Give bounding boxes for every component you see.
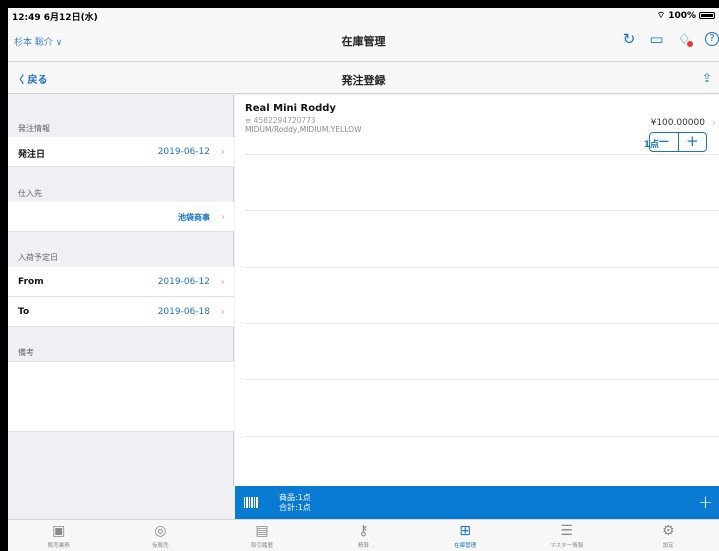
tab-settlement[interactable]: ⚷ 精算	[313, 520, 415, 551]
supplier-value: 池袋商事	[178, 213, 210, 222]
divider	[245, 267, 719, 268]
section-header-memo: 備考	[18, 348, 34, 357]
item-price: ¥100.00000	[650, 118, 705, 128]
barcode-icon[interactable]	[244, 497, 258, 508]
item-barcode: ≡ 4582294720773	[245, 116, 316, 125]
order-date-label: 発注日	[18, 150, 46, 160]
tab-settings[interactable]: ⚙ 設定	[617, 520, 719, 551]
register-icon: ▣	[52, 523, 66, 539]
total-count: 合計:1点	[279, 503, 311, 512]
tab-bar: ▣ 販売業務 ◎ 仮販売 ▤ 取引履歴 ⚷ 精算 ⊞ 在庫管理 ☰ マスター情報…	[8, 519, 719, 551]
section-header-arrival: 入荷予定日	[18, 253, 58, 262]
from-date-value: 2019-06-12	[157, 277, 210, 287]
battery-icon	[699, 12, 715, 19]
wifi-icon: ⌔	[656, 11, 666, 21]
key-icon: ⚷	[358, 523, 369, 539]
divider	[245, 379, 719, 380]
divider	[245, 436, 719, 437]
to-label: To	[18, 307, 30, 317]
increment-button[interactable]: +	[679, 133, 707, 151]
sidebar-icon[interactable]: ▭	[649, 31, 663, 47]
item-variant: MIDUM/Roddy,MIDIUM.YELLOW	[245, 125, 362, 134]
divider	[245, 154, 719, 155]
header-actions: ↻ ▭ ♢ ?	[623, 31, 719, 47]
chevron-right-icon: ›	[220, 275, 225, 288]
tab-label: 精算	[358, 543, 370, 549]
supplier-row[interactable]: 池袋商事 ›	[8, 202, 234, 232]
app-window: 12:49 6月12日(水) ⌔ 100% 杉本 聡介 ∨ 在庫管理 ↻ ▭ ♢…	[8, 8, 719, 551]
bell-icon[interactable]: ♢	[678, 31, 693, 47]
order-form-panel: 発注情報 発注日 2019-06-12 › 仕入先 池袋商事 › 入荷予定日 F…	[8, 95, 234, 486]
quantity-stepper[interactable]: − +	[649, 132, 707, 152]
divider	[245, 323, 719, 324]
tab-label: 仮販売	[152, 543, 169, 549]
history-icon: ▤	[255, 523, 269, 539]
tab-history[interactable]: ▤ 取引履歴	[211, 520, 313, 551]
tab-master[interactable]: ☰ マスター情報	[516, 520, 618, 551]
tab-label: 在庫管理	[454, 543, 477, 549]
summary-counts: 商品:1点 合計:1点	[279, 493, 311, 513]
refresh-icon[interactable]: ↻	[623, 31, 636, 47]
help-icon[interactable]: ?	[705, 32, 719, 46]
chevron-right-icon: ›	[220, 145, 225, 158]
tab-label: 販売業務	[47, 543, 70, 549]
navigation-bar: 〈 戻る 発注登録 ⇪	[8, 63, 719, 94]
from-date-row[interactable]: From 2019-06-12 ›	[8, 267, 234, 297]
from-label: From	[18, 277, 44, 287]
battery-indicator: ⌔ 100%	[657, 10, 715, 21]
list-item[interactable]: Real Mini Roddy ≡ 4582294720773 MIDUM/Ro…	[235, 95, 719, 155]
to-date-value: 2019-06-18	[157, 307, 210, 317]
item-name: Real Mini Roddy	[245, 103, 336, 114]
share-icon[interactable]: ⇪	[702, 71, 715, 85]
decrement-button[interactable]: −	[650, 133, 679, 151]
tab-label: 設定	[662, 543, 674, 549]
section-header-order-info: 発注情報	[18, 124, 50, 133]
settings-icon: ⚙	[661, 523, 675, 539]
tab-label: マスター情報	[550, 543, 584, 549]
temp-sale-icon: ◎	[154, 523, 167, 539]
order-date-row[interactable]: 発注日 2019-06-12 ›	[8, 137, 234, 167]
summary-bar: 商品:1点 合計:1点 +	[235, 486, 719, 519]
status-bar: 12:49 6月12日(水) ⌔ 100%	[8, 8, 719, 23]
chevron-right-icon: ›	[220, 305, 225, 318]
app-header: 杉本 聡介 ∨ 在庫管理 ↻ ▭ ♢ ?	[8, 22, 719, 62]
add-item-button[interactable]: +	[698, 492, 713, 513]
order-items-panel: Real Mini Roddy ≡ 4582294720773 MIDUM/Ro…	[235, 95, 719, 486]
chevron-right-icon: ›	[220, 210, 225, 223]
battery-percent: 100%	[668, 10, 696, 21]
app-title: 在庫管理	[341, 35, 386, 48]
divider	[245, 210, 719, 211]
ipad-screen: 12:49 6月12日(水) ⌔ 100% 杉本 聡介 ∨ 在庫管理 ↻ ▭ ♢…	[0, 0, 719, 551]
page-title: 発注登録	[341, 74, 386, 87]
chevron-right-icon: ›	[711, 116, 716, 129]
tab-sales[interactable]: ▣ 販売業務	[8, 520, 110, 551]
memo-field[interactable]	[8, 361, 234, 432]
order-date-value: 2019-06-12	[157, 147, 210, 157]
section-header-supplier: 仕入先	[18, 189, 42, 198]
inventory-icon: ⊞	[459, 523, 471, 539]
product-count: 商品:1点	[279, 493, 311, 502]
database-icon: ☰	[560, 523, 573, 539]
tab-temp-sales[interactable]: ◎ 仮販売	[110, 520, 212, 551]
tab-inventory[interactable]: ⊞ 在庫管理	[414, 520, 516, 551]
tab-label: 取引履歴	[250, 543, 273, 549]
to-date-row[interactable]: To 2019-06-18 ›	[8, 297, 234, 327]
